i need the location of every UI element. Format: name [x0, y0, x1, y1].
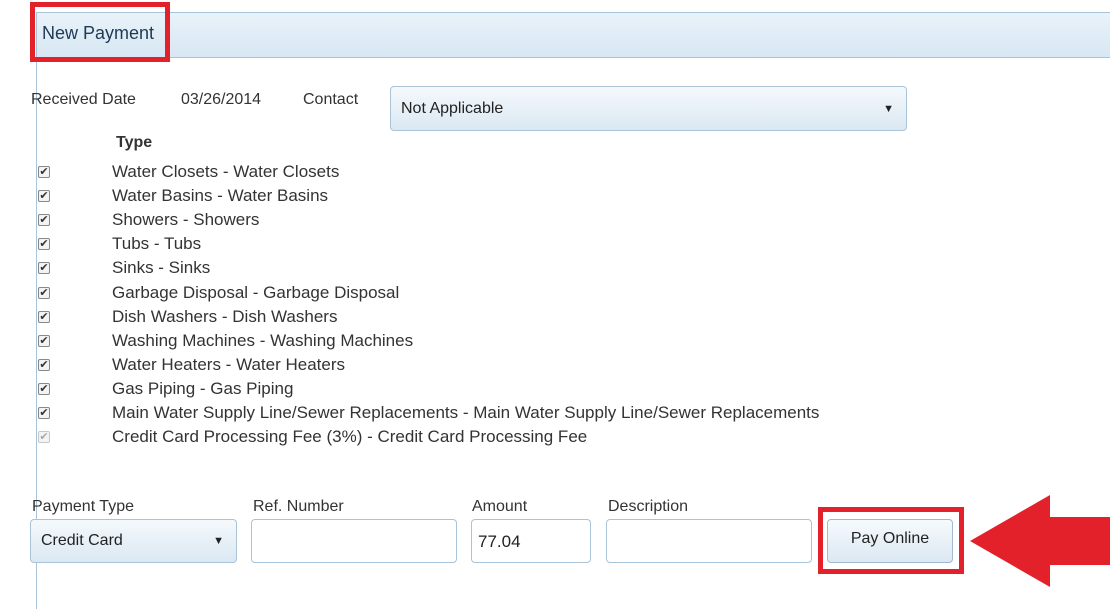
amount-input[interactable]: 77.04 [471, 519, 591, 563]
fee-type-label: Main Water Supply Line/Sewer Replacement… [112, 403, 820, 422]
received-date-label: Received Date [31, 91, 136, 108]
payment-type-value: Credit Card [41, 532, 123, 549]
fee-type-label: Washing Machines - Washing Machines [112, 330, 414, 350]
payment-type-label: Payment Type [32, 498, 134, 515]
fee-type-checkbox[interactable]: ✔ [38, 286, 50, 299]
contact-label: Contact [303, 91, 359, 108]
contact-select-value: Not Applicable [401, 99, 504, 117]
ref-number-label: Ref. Number [253, 498, 344, 515]
fee-type-label: Tubs - Tubs [112, 234, 202, 254]
fee-type-item: ✔ Water Basins - Water Basins [36, 186, 1016, 208]
fee-type-checkbox[interactable]: ✔ [38, 238, 50, 251]
fee-type-item: ✔ Credit Card Processing Fee (3%) - Credi… [36, 427, 1016, 449]
ref-number-input[interactable] [251, 519, 457, 563]
fee-type-checkbox[interactable]: ✔ [38, 214, 50, 227]
description-input[interactable] [606, 519, 812, 563]
description-label: Description [608, 498, 689, 515]
fee-type-checkbox[interactable]: ✔ [38, 166, 50, 178]
fee-type-item: ✔ Showers - Showers [36, 210, 1016, 232]
contact-select[interactable]: Not Applicable ▼ [390, 86, 907, 131]
fee-type-checkbox[interactable]: ✔ [38, 190, 50, 203]
fee-type-label: Gas Piping - Gas Piping [112, 378, 294, 398]
fee-type-checkbox[interactable]: ✔ [38, 382, 50, 395]
fee-type-checkbox[interactable]: ✔ [38, 358, 50, 371]
fee-type-checkbox[interactable]: ✔ [38, 334, 50, 347]
fee-type-item: ✔ Water Heaters - Water Heaters [36, 355, 1016, 377]
title-highlight-box [30, 2, 170, 62]
fee-type-label: Sinks - Sinks [112, 258, 211, 278]
payment-type-select[interactable]: Credit Card ▼ [30, 519, 237, 563]
type-column-header: Type [116, 134, 153, 151]
fee-type-item: ✔ Main Water Supply Line/Sewer Replacemen… [36, 403, 1016, 425]
received-date-value: 03/26/2014 [181, 91, 262, 108]
pay-button-highlight-box [818, 507, 964, 574]
fee-type-item: ✔ Garbage Disposal - Garbage Disposal [36, 283, 1016, 305]
fee-type-label: Credit Card Processing Fee (3%) - Credit… [112, 427, 588, 447]
chevron-down-icon: ▼ [213, 535, 224, 547]
fee-type-label: Garbage Disposal - Garbage Disposal [112, 282, 400, 302]
fee-type-label: Water Basins - Water Basins [112, 186, 329, 206]
amount-label: Amount [472, 498, 528, 515]
fee-type-checkbox[interactable]: ✔ [38, 407, 50, 419]
fee-type-item: ✔ Tubs - Tubs [36, 234, 1016, 256]
arrow-shape [970, 495, 1110, 587]
fee-type-checkbox[interactable]: ✔ [38, 310, 50, 323]
panel-header: New Payment [37, 12, 1110, 58]
fee-type-item: ✔ Gas Piping - Gas Piping [36, 379, 1016, 401]
fee-type-item: ✔ Dish Washers - Dish Washers [36, 307, 1016, 329]
fee-type-label: Dish Washers - Dish Washers [112, 306, 338, 326]
red-arrow-icon [970, 495, 1110, 587]
fee-type-item: ✔ Washing Machines - Washing Machines [36, 331, 1016, 353]
fee-type-label: Water Heaters - Water Heaters [112, 354, 346, 374]
fee-type-item: ✔ Water Closets - Water Closets [36, 162, 1016, 184]
fee-type-item: ✔ Sinks - Sinks [36, 258, 1016, 280]
fee-type-label: Water Closets - Water Closets [112, 162, 340, 181]
fee-type-checkbox[interactable]: ✔ [38, 262, 50, 275]
chevron-down-icon: ▼ [883, 102, 894, 115]
fee-type-label: Showers - Showers [112, 210, 260, 230]
fee-type-checkbox: ✔ [38, 431, 50, 444]
